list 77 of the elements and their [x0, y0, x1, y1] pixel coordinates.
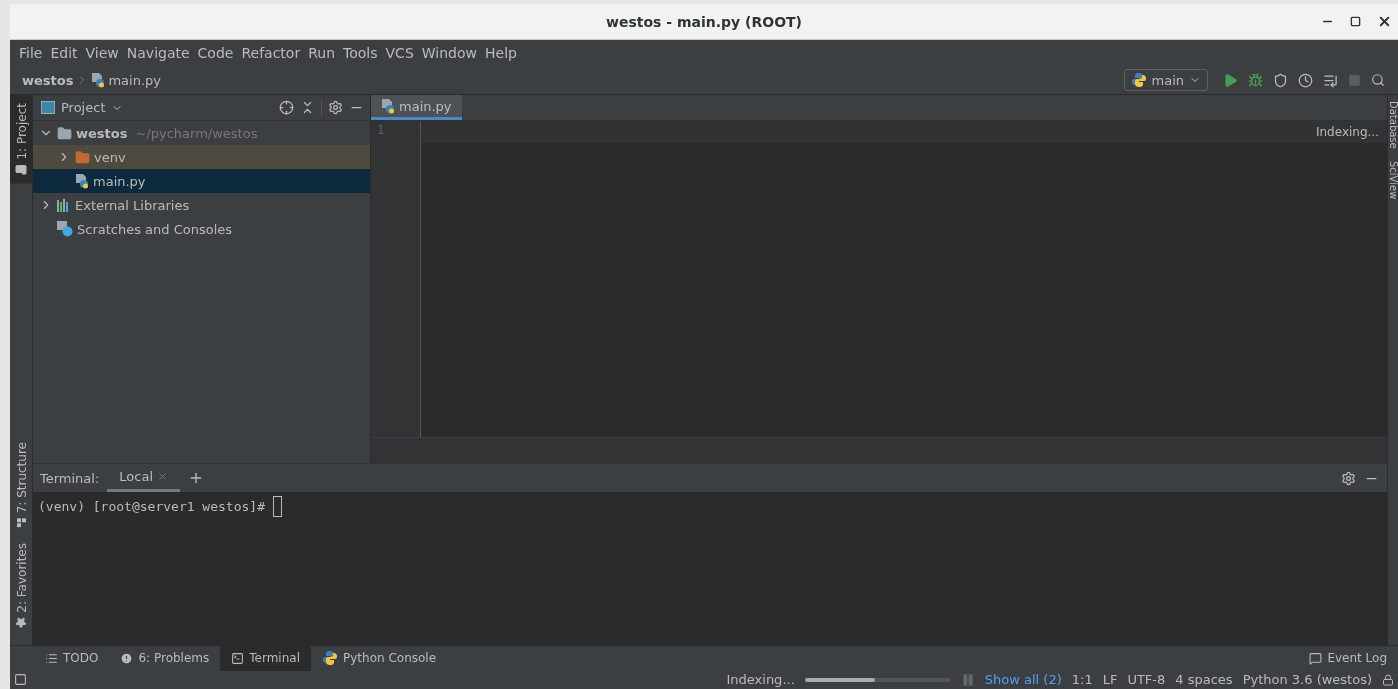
- close-icon[interactable]: [1377, 14, 1392, 29]
- project-view-selector[interactable]: Project: [41, 100, 124, 115]
- menu-item[interactable]: VCS: [381, 45, 418, 61]
- status-item[interactable]: UTF-8: [1127, 672, 1166, 687]
- menu-item[interactable]: Refactor: [237, 45, 305, 61]
- concurrency-icon[interactable]: [1323, 72, 1338, 88]
- panel-icon: [41, 101, 55, 114]
- editor-tab[interactable]: main.py: [371, 95, 462, 120]
- folder-icon: [75, 149, 90, 165]
- tree-item-label: main.py: [93, 173, 146, 189]
- indexing-status: Indexing...: [726, 672, 795, 687]
- tree-item-label: venv: [94, 149, 126, 165]
- settings-icon[interactable]: [328, 100, 343, 115]
- run-icon[interactable]: [1223, 72, 1238, 88]
- python-file-icon: [75, 173, 89, 189]
- breadcrumb-item[interactable]: westos: [22, 72, 74, 88]
- status-item[interactable]: 1:1: [1071, 672, 1093, 687]
- tree-row[interactable]: westos ~/pycharm/westos: [33, 121, 370, 145]
- tool-window-tab[interactable]: 2: Favorites: [10, 535, 33, 637]
- scratches-icon: [57, 221, 73, 237]
- tool-tab[interactable]: Python Console: [311, 645, 448, 671]
- menu-item[interactable]: Edit: [46, 45, 82, 61]
- terminal-cursor: [273, 496, 282, 517]
- terminal-icon: [231, 651, 245, 665]
- search-icon[interactable]: [1371, 73, 1385, 87]
- alert-icon: [120, 651, 134, 665]
- list-icon: [45, 651, 58, 665]
- tree-item-label: Scratches and Consoles: [77, 221, 233, 237]
- show-all-link[interactable]: Show all (2): [984, 672, 1062, 687]
- menu-item[interactable]: Window: [417, 45, 481, 61]
- menu-item[interactable]: Code: [193, 45, 238, 61]
- folder-icon: [57, 125, 72, 141]
- tool-tab[interactable]: 6: Problems: [109, 645, 221, 671]
- tree-row[interactable]: Scratches and Consoles: [33, 217, 370, 241]
- python-logo-icon: [322, 650, 338, 666]
- status-item[interactable]: 4 spaces: [1175, 672, 1233, 687]
- tool-window-tab[interactable]: 1: Project: [10, 95, 33, 184]
- python-file-icon: [381, 98, 395, 114]
- path-hint: ~/pycharm/westos: [135, 125, 258, 141]
- menu-item[interactable]: Help: [481, 45, 521, 61]
- folder-icon: [15, 163, 28, 176]
- breadcrumb-item[interactable]: main.py: [91, 72, 161, 88]
- tree-row[interactable]: main.py: [33, 169, 370, 193]
- maximize-icon[interactable]: [1350, 16, 1361, 27]
- event-log-tab[interactable]: Event Log: [1298, 645, 1398, 671]
- menu-item[interactable]: View: [81, 45, 123, 61]
- locate-icon[interactable]: [279, 100, 294, 115]
- tree-item-label: westos: [76, 125, 128, 141]
- tree-item-label: External Libraries: [75, 197, 190, 213]
- window-title: westos - main.py (ROOT): [605, 13, 802, 30]
- tool-tab[interactable]: Terminal: [220, 645, 311, 671]
- menu-item[interactable]: Tools: [339, 45, 382, 61]
- tool-window-tab[interactable]: 7: Structure: [10, 433, 33, 536]
- python-logo-icon: [1130, 72, 1147, 88]
- run-configuration-dropdown[interactable]: main: [1123, 69, 1208, 91]
- menu-item[interactable]: Run: [304, 45, 340, 61]
- coverage-icon[interactable]: [1273, 72, 1288, 88]
- tool-tab[interactable]: TODO: [34, 645, 110, 671]
- tree-row[interactable]: External Libraries: [33, 193, 370, 217]
- terminal-title: Terminal:: [40, 470, 100, 486]
- menu-item[interactable]: Navigate: [122, 45, 194, 61]
- balloon-icon: [1309, 651, 1323, 665]
- status-item[interactable]: LF: [1102, 672, 1118, 687]
- tree-row[interactable]: venv: [33, 145, 370, 169]
- panel-toggle-icon[interactable]: [14, 673, 27, 686]
- session-tab[interactable]: Local: [107, 464, 181, 492]
- python-file-icon: [91, 72, 106, 88]
- menu-item[interactable]: File: [15, 45, 47, 61]
- settings-icon[interactable]: [1341, 470, 1356, 486]
- profile-icon[interactable]: [1298, 72, 1313, 88]
- libraries-icon: [57, 198, 71, 212]
- terminal-prompt: (venv) [root@server1 westos]#: [38, 499, 265, 514]
- structure-icon: [16, 517, 27, 528]
- lock-icon[interactable]: [1382, 673, 1394, 686]
- star-icon: [15, 617, 28, 629]
- bug-icon[interactable]: [1248, 72, 1263, 88]
- status-item[interactable]: Python 3.6 (westos): [1242, 672, 1372, 687]
